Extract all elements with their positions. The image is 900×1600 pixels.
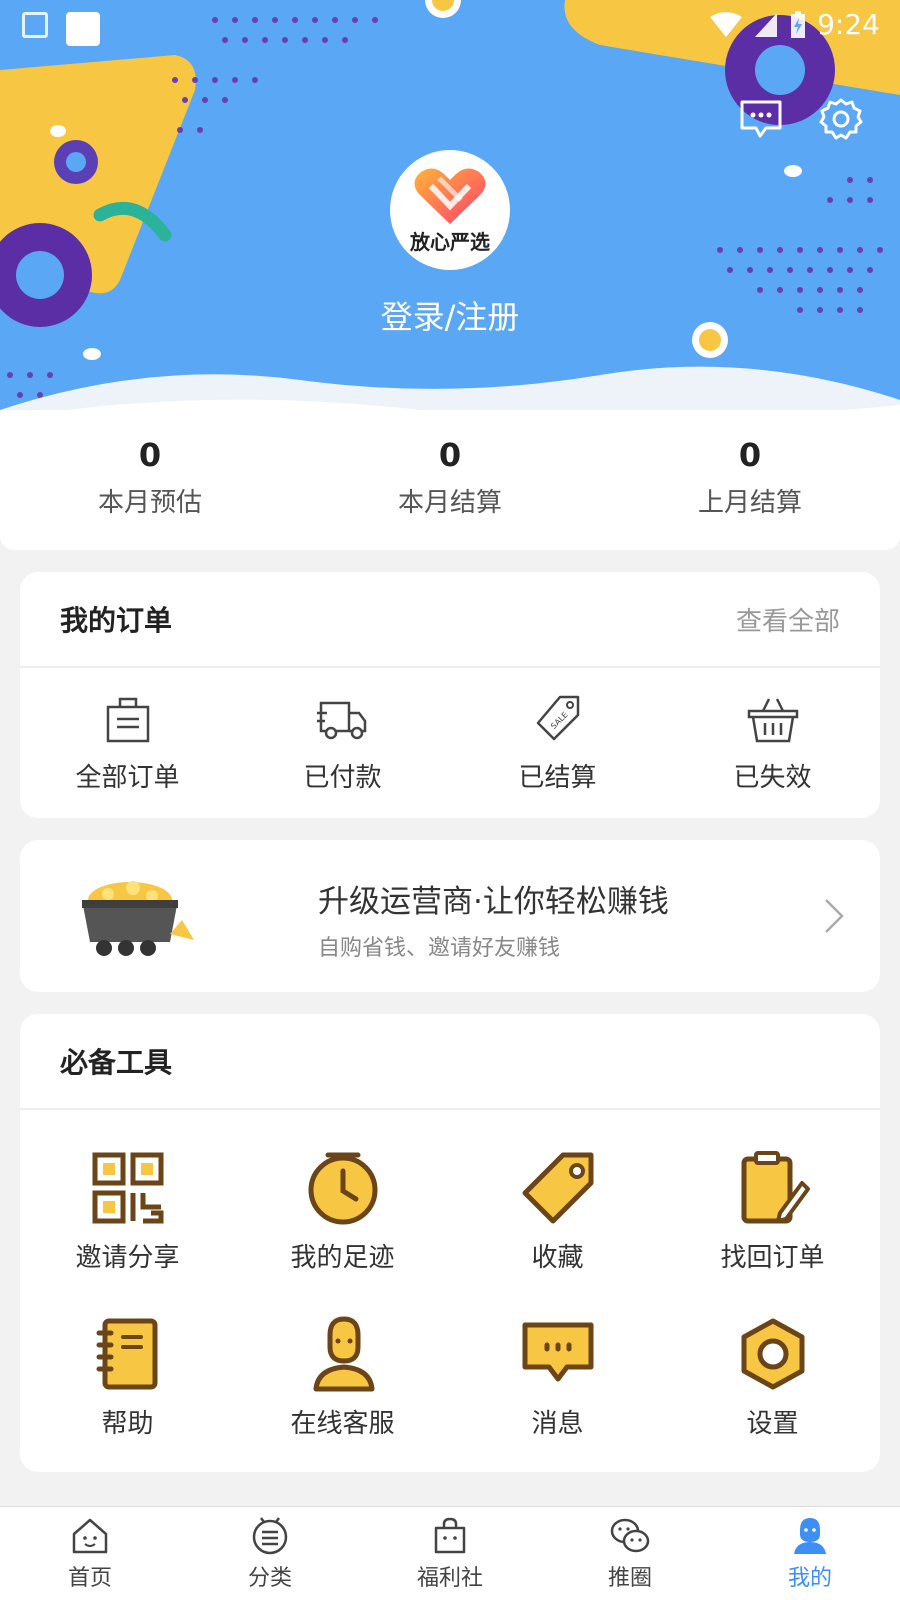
operator-upgrade-banner[interactable]: 升级运营商·让你轻松赚钱 自购省钱、邀请好友赚钱 (20, 840, 880, 992)
home-icon (72, 1518, 108, 1553)
tool-messages[interactable]: 消息 (450, 1294, 665, 1460)
nav-category[interactable]: 分类 (180, 1507, 360, 1600)
gold-mine-cart-icon (82, 881, 194, 956)
heart-logo-icon (414, 167, 486, 224)
order-expired[interactable]: 已失效 (665, 668, 880, 816)
status-bar: 9:24 (0, 0, 900, 52)
clipboard-icon (741, 1150, 810, 1223)
tool-customer-service[interactable]: 在线客服 (235, 1294, 450, 1460)
my-orders-card: 我的订单 查看全部 全部订单 已付款 SALE 已结算 已失效 (20, 572, 880, 818)
promo-subtitle: 自购省钱、邀请好友赚钱 (318, 936, 561, 961)
basket-icon (747, 697, 798, 742)
tool-label: 收藏 (531, 1242, 584, 1273)
avatar[interactable]: 放心严选 (390, 150, 510, 270)
earnings-value: 0 (738, 435, 762, 474)
chat-icon (522, 1322, 593, 1381)
earnings-this-month-estimate[interactable]: 0 本月预估 (0, 410, 300, 550)
tool-label: 帮助 (101, 1408, 154, 1439)
status-time: 9:24 (817, 8, 880, 41)
order-label: 全部订单 (75, 762, 180, 793)
profile-header: 9:24 放心严选 登录/注册 (0, 0, 900, 430)
tool-recover-order[interactable]: 找回订单 (665, 1128, 880, 1294)
order-label: 已结算 (518, 762, 597, 793)
nav-label: 我的 (787, 1565, 832, 1591)
gift-bag-icon (434, 1517, 466, 1553)
tool-invite-share[interactable]: 邀请分享 (20, 1128, 235, 1294)
qr-code-icon (92, 1152, 163, 1223)
earnings-label: 上月结算 (697, 487, 802, 518)
gallery-notification-icon (22, 12, 48, 38)
tool-label: 设置 (746, 1408, 799, 1439)
earnings-value: 0 (438, 435, 462, 474)
tool-label: 找回订单 (720, 1242, 825, 1273)
login-register-link[interactable]: 登录/注册 (0, 292, 900, 338)
nav-mine[interactable]: 我的 (720, 1507, 900, 1600)
nav-welfare[interactable]: 福利社 (360, 1507, 540, 1600)
signal-icon (755, 12, 778, 37)
order-settled[interactable]: SALE 已结算 (450, 668, 665, 816)
tool-footprint[interactable]: 我的足迹 (235, 1128, 450, 1294)
nav-home[interactable]: 首页 (0, 1507, 180, 1600)
nav-label: 分类 (247, 1565, 292, 1591)
tool-label: 我的足迹 (290, 1242, 395, 1273)
category-icon (252, 1516, 288, 1554)
essential-tools-card: 必备工具 邀请分享 我的足迹 收藏 找回订单 帮助 在线客服 消息 设置 (20, 1014, 880, 1472)
nav-circle[interactable]: 推圈 (540, 1507, 720, 1600)
earnings-this-month-settled[interactable]: 0 本月结算 (300, 410, 600, 550)
nav-label: 福利社 (416, 1565, 483, 1591)
clock-icon (308, 1152, 377, 1224)
bag-icon (106, 697, 149, 742)
tool-label: 在线客服 (290, 1408, 395, 1439)
view-all-orders-link[interactable]: 查看全部 (736, 601, 840, 638)
truck-icon (316, 701, 366, 739)
sale-tag-icon: SALE (536, 695, 579, 740)
tool-help[interactable]: 帮助 (20, 1294, 235, 1460)
hex-gear-icon (741, 1318, 804, 1389)
order-label: 已失效 (733, 762, 812, 793)
wechat-icon (610, 1518, 650, 1552)
tool-favorites[interactable]: 收藏 (450, 1128, 665, 1294)
app-notification-icon (66, 12, 100, 46)
earnings-last-month-settled[interactable]: 0 上月结算 (600, 410, 900, 550)
message-icon[interactable] (738, 96, 784, 142)
logo-text: 放心严选 (410, 229, 490, 254)
tool-label: 消息 (531, 1408, 584, 1439)
profile-icon (794, 1517, 826, 1554)
battery-icon (791, 10, 806, 38)
chevron-right-icon (825, 899, 844, 933)
tool-settings[interactable]: 设置 (665, 1294, 880, 1460)
promo-title: 升级运营商·让你轻松赚钱 (318, 884, 669, 920)
earnings-value: 0 (138, 435, 162, 474)
nav-label: 首页 (67, 1565, 112, 1591)
wifi-icon (710, 11, 743, 37)
tag-icon (522, 1152, 593, 1223)
tool-label: 邀请分享 (75, 1242, 180, 1273)
order-paid[interactable]: 已付款 (235, 668, 450, 816)
earnings-label: 本月结算 (397, 487, 502, 518)
agent-icon (313, 1315, 374, 1391)
order-label: 已付款 (303, 762, 382, 793)
earnings-summary: 0 本月预估 0 本月结算 0 上月结算 (0, 410, 900, 550)
settings-gear-icon[interactable] (818, 96, 864, 142)
bottom-nav: 首页 分类 福利社 推圈 我的 (0, 1506, 900, 1600)
notebook-icon (96, 1318, 157, 1389)
tools-title: 必备工具 (60, 1046, 173, 1079)
orders-title: 我的订单 (60, 604, 173, 637)
earnings-label: 本月预估 (97, 487, 202, 518)
nav-label: 推圈 (607, 1565, 652, 1591)
order-all[interactable]: 全部订单 (20, 668, 235, 816)
